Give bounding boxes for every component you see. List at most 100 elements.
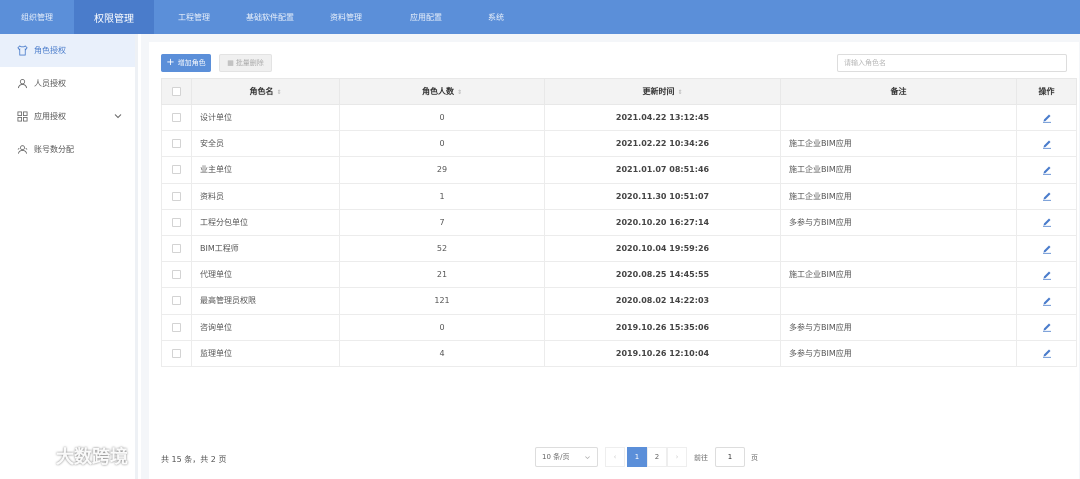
edit-icon[interactable] xyxy=(1042,244,1052,254)
table-row[interactable]: 监理单位 4 2019.10.26 12:10:04 多参与方BIM应用 xyxy=(161,339,1077,367)
nav-project-management[interactable]: 工程管理 xyxy=(154,0,234,34)
update-time-cell: 2020.11.30 10:51:07 xyxy=(544,182,781,210)
role-name-cell: 资料员 xyxy=(191,182,340,210)
row-checkbox[interactable] xyxy=(172,270,181,280)
nav-app-config[interactable]: 应用配置 xyxy=(386,0,466,34)
header-update-time[interactable]: 更新时间 ⇕ xyxy=(544,78,781,105)
edit-icon[interactable] xyxy=(1042,218,1052,228)
row-checkbox[interactable] xyxy=(172,244,181,254)
page-button-2[interactable]: 2 xyxy=(647,447,667,467)
nav-document-management[interactable]: 资料管理 xyxy=(306,0,386,34)
edit-icon[interactable] xyxy=(1042,349,1052,358)
remark-cell: 多参与方BIM应用 xyxy=(780,339,1017,367)
remark-cell: 多参与方BIM应用 xyxy=(780,208,1017,236)
table-row[interactable]: 代理单位 21 2020.08.25 14:45:55 施工企业BIM应用 xyxy=(161,261,1077,289)
nav-org-management[interactable]: 组织管理 xyxy=(0,0,74,34)
row-checkbox-cell[interactable] xyxy=(161,130,192,158)
actions-cell xyxy=(1016,130,1077,158)
remark-cell: 多参与方BIM应用 xyxy=(780,313,1017,341)
header-role-count[interactable]: 角色人数 ⇕ xyxy=(339,78,545,105)
select-all-checkbox[interactable] xyxy=(172,87,181,96)
update-time-cell: 2021.04.22 13:12:45 xyxy=(544,103,781,132)
edit-icon[interactable] xyxy=(1042,270,1052,280)
next-page-button[interactable]: › xyxy=(667,447,687,467)
row-checkbox[interactable] xyxy=(172,191,181,201)
prev-page-button[interactable]: ‹ xyxy=(605,447,625,467)
sidebar-item-app-auth[interactable]: 应用授权 xyxy=(0,100,135,133)
table-row[interactable]: BIM工程师 52 2020.10.04 19:59:26 xyxy=(161,234,1077,263)
sidebar-item-user-auth[interactable]: 人员授权 xyxy=(0,67,135,100)
sort-icon[interactable]: ⇕ xyxy=(457,89,462,96)
table-row[interactable]: 最高管理员权限 121 2020.08.02 14:22:03 xyxy=(161,287,1077,315)
page-size-value: 10 条/页 xyxy=(542,453,570,461)
table-row[interactable]: 业主单位 29 2021.01.07 08:51:46 施工企业BIM应用 xyxy=(161,156,1077,184)
table-row[interactable]: 工程分包单位 7 2020.10.20 16:27:14 多参与方BIM应用 xyxy=(161,208,1077,236)
header-select-all[interactable] xyxy=(161,78,192,105)
row-checkbox-cell[interactable] xyxy=(161,287,192,315)
sort-icon[interactable]: ⇕ xyxy=(677,89,682,96)
sidebar-item-account-allocation[interactable]: 账号数分配 xyxy=(0,133,135,166)
nav-base-software-config[interactable]: 基础软件配置 xyxy=(234,0,306,34)
page-button-1[interactable]: 1 xyxy=(627,447,647,467)
table-row[interactable]: 资料员 1 2020.11.30 10:51:07 施工企业BIM应用 xyxy=(161,182,1077,210)
edit-icon[interactable] xyxy=(1042,323,1052,332)
goto-unit: 页 xyxy=(751,454,758,462)
role-name-cell: 工程分包单位 xyxy=(191,208,340,236)
add-role-button[interactable]: + 增加角色 xyxy=(161,54,211,72)
batch-delete-button[interactable]: ▦ 批量删除 xyxy=(219,54,272,72)
nav-permission-management[interactable]: 权限管理 xyxy=(74,0,154,34)
chevron-down-icon[interactable] xyxy=(113,111,123,121)
update-time-cell: 2019.10.26 15:35:06 xyxy=(544,313,781,341)
role-name-cell: 代理单位 xyxy=(191,261,340,289)
user-icon xyxy=(16,78,28,90)
update-time-cell: 2020.10.20 16:27:14 xyxy=(544,208,781,236)
row-checkbox-cell[interactable] xyxy=(161,103,192,132)
role-table: 角色名 ⇕ 角色人数 ⇕ 更新时间 ⇕ 备注 操作 设计单位 0 2021.04.22 1… xyxy=(161,78,1077,367)
sidebar-item-label: 应用授权 xyxy=(34,112,66,121)
goto-page-input[interactable] xyxy=(715,447,745,467)
actions-cell xyxy=(1016,313,1077,341)
row-checkbox-cell[interactable] xyxy=(161,182,192,210)
header-role-name[interactable]: 角色名 ⇕ xyxy=(191,78,340,105)
table-row[interactable]: 安全员 0 2021.02.22 10:34:26 施工企业BIM应用 xyxy=(161,130,1077,158)
table-row[interactable]: 设计单位 0 2021.04.22 13:12:45 xyxy=(161,103,1077,132)
sidebar-item-role-auth[interactable]: 角色授权 xyxy=(0,34,135,67)
sort-icon[interactable]: ⇕ xyxy=(276,89,281,96)
row-checkbox-cell[interactable] xyxy=(161,313,192,341)
nav-system[interactable]: 系统 xyxy=(466,0,526,34)
row-checkbox-cell[interactable] xyxy=(161,208,192,236)
role-count-cell: 29 xyxy=(339,156,545,184)
page-size-select[interactable]: 10 条/页 xyxy=(535,447,598,467)
row-checkbox[interactable] xyxy=(172,217,181,227)
goto-label: 前往 xyxy=(694,454,708,462)
row-checkbox-cell[interactable] xyxy=(161,156,192,184)
row-checkbox[interactable] xyxy=(172,348,181,358)
edit-icon[interactable] xyxy=(1042,192,1052,201)
remark-cell: 施工企业BIM应用 xyxy=(780,156,1017,184)
row-checkbox[interactable] xyxy=(172,322,181,332)
actions-cell xyxy=(1016,261,1077,289)
edit-icon[interactable] xyxy=(1042,113,1052,123)
row-checkbox[interactable] xyxy=(172,296,181,306)
row-checkbox[interactable] xyxy=(172,165,181,175)
edit-icon[interactable] xyxy=(1042,165,1052,175)
header-actions: 操作 xyxy=(1016,78,1077,105)
row-checkbox-cell[interactable] xyxy=(161,339,192,367)
row-checkbox[interactable] xyxy=(172,113,181,123)
top-nav: 组织管理 权限管理 工程管理 基础软件配置 资料管理 应用配置 系统 xyxy=(0,0,1080,34)
actions-cell xyxy=(1016,287,1077,315)
role-count-cell: 52 xyxy=(339,234,545,263)
row-checkbox-cell[interactable] xyxy=(161,261,192,289)
edit-icon[interactable] xyxy=(1042,139,1052,149)
role-name-cell: BIM工程师 xyxy=(191,234,340,263)
update-time-cell: 2020.08.25 14:45:55 xyxy=(544,261,781,289)
row-checkbox[interactable] xyxy=(172,139,181,149)
actions-cell xyxy=(1016,182,1077,210)
actions-cell xyxy=(1016,234,1077,263)
delete-icon: ▦ xyxy=(227,59,234,67)
search-input[interactable] xyxy=(837,54,1067,72)
edit-icon[interactable] xyxy=(1042,296,1052,306)
table-row[interactable]: 咨询单位 0 2019.10.26 15:35:06 多参与方BIM应用 xyxy=(161,313,1077,341)
row-checkbox-cell[interactable] xyxy=(161,234,192,263)
role-name-cell: 设计单位 xyxy=(191,103,340,132)
